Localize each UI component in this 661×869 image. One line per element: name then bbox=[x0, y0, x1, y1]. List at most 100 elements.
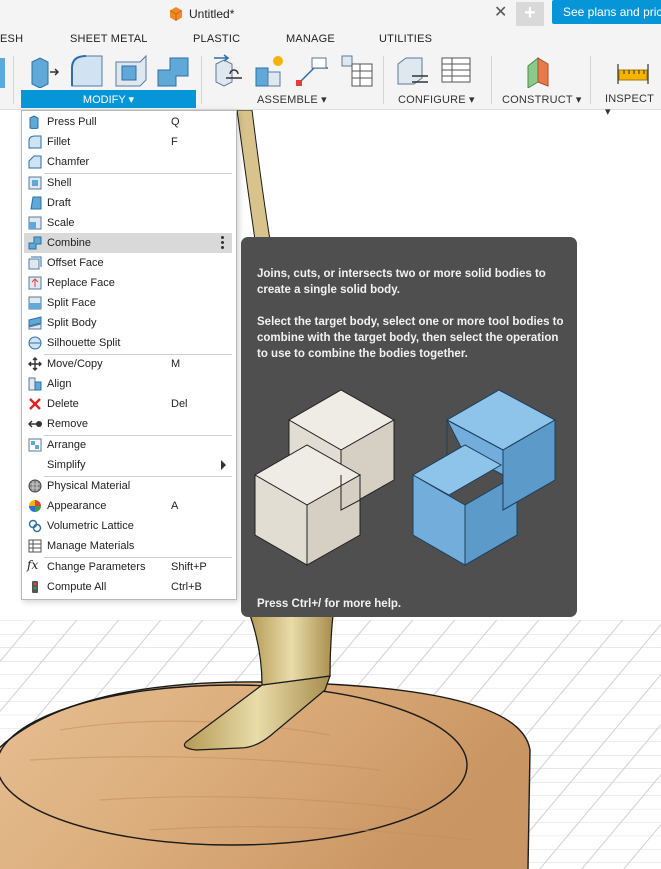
close-icon[interactable]: ✕ bbox=[494, 5, 507, 21]
combine-tool-icon[interactable] bbox=[156, 54, 190, 88]
menu-item-label: Chamfer bbox=[47, 156, 90, 168]
menu-item-label: Silhouette Split bbox=[47, 337, 121, 349]
tab-plastic[interactable]: PLASTIC bbox=[193, 33, 240, 45]
menu-item-replace-face[interactable]: Replace Face bbox=[24, 273, 232, 293]
menu-item-label: Shell bbox=[47, 177, 72, 189]
assemble-group-label[interactable]: ASSEMBLE ▾ bbox=[257, 93, 327, 106]
document-title[interactable]: Untitled* bbox=[189, 7, 234, 21]
press-pull-tool-icon[interactable] bbox=[28, 54, 62, 88]
draft-icon bbox=[30, 196, 42, 210]
delete-icon bbox=[29, 398, 41, 410]
menu-item-label: Press Pull bbox=[47, 116, 97, 128]
shell-icon bbox=[28, 176, 42, 190]
tab-sheet-metal[interactable]: SHEET METAL bbox=[70, 33, 148, 45]
menu-item-label: Draft bbox=[47, 197, 71, 209]
configuration-table-icon[interactable] bbox=[440, 54, 474, 88]
menu-item-shortcut: A bbox=[171, 500, 179, 512]
see-plans-button[interactable]: See plans and pricing bbox=[552, 0, 661, 24]
menu-item-silhouette-split[interactable]: Silhouette Split bbox=[24, 333, 232, 353]
menu-item-draft[interactable]: Draft bbox=[24, 193, 232, 213]
menu-item-label: Simplify bbox=[47, 459, 86, 471]
modify-dropdown-menu: Press Pull Q Fillet F Chamfer Shell Draf… bbox=[21, 110, 237, 600]
menu-item-chamfer[interactable]: Chamfer bbox=[24, 152, 232, 172]
menu-item-label: Move/Copy bbox=[47, 358, 103, 370]
menu-item-label: Physical Material bbox=[47, 480, 131, 492]
menu-item-volumetric-lattice[interactable]: Volumetric Lattice bbox=[24, 516, 232, 536]
menu-item-shortcut: Shift+P bbox=[171, 561, 207, 573]
menu-item-align[interactable]: Align bbox=[24, 374, 232, 394]
menu-item-label: Combine bbox=[47, 237, 92, 249]
menu-item-remove[interactable]: Remove bbox=[24, 414, 232, 434]
configure-group-label[interactable]: CONFIGURE ▾ bbox=[398, 93, 475, 106]
menu-item-label: Align bbox=[47, 378, 72, 390]
menu-item-label: Offset Face bbox=[47, 257, 104, 269]
menu-item-label: Arrange bbox=[47, 439, 87, 451]
split-face-icon bbox=[28, 296, 42, 310]
tab-manage[interactable]: MANAGE bbox=[286, 33, 335, 45]
partial-tool-icon[interactable] bbox=[0, 58, 5, 88]
press-pull-icon bbox=[29, 115, 39, 129]
combine-icon bbox=[28, 236, 42, 250]
menu-item-label: Fillet bbox=[47, 136, 71, 148]
combined-body-illustration bbox=[411, 389, 557, 566]
replace-face-icon bbox=[28, 276, 42, 290]
separate-bodies-illustration bbox=[253, 389, 396, 566]
as-built-joint-tool-icon[interactable] bbox=[296, 54, 330, 88]
menu-item-shell[interactable]: Shell bbox=[24, 173, 232, 193]
toolbar: MODIFY ▾ ASSEMBLE ▾ CONFIGURE ▾ CONSTRUC… bbox=[0, 50, 661, 118]
new-component-tool-icon[interactable] bbox=[212, 54, 246, 88]
menu-item-split-face[interactable]: Split Face bbox=[24, 293, 232, 313]
move-icon bbox=[28, 357, 42, 371]
menu-item-compute-all[interactable]: Compute All Ctrl+B bbox=[24, 577, 232, 597]
tab-utilities[interactable]: UTILITIES bbox=[379, 33, 432, 45]
configure-tool-icon[interactable] bbox=[396, 54, 430, 88]
submenu-arrow-icon bbox=[221, 460, 226, 470]
menu-item-arrange[interactable]: Arrange bbox=[24, 435, 232, 455]
more-options-icon[interactable] bbox=[221, 236, 225, 250]
menu-item-fillet[interactable]: Fillet F bbox=[24, 132, 232, 152]
menu-item-physical-material[interactable]: Physical Material bbox=[24, 476, 232, 496]
menu-item-press-pull[interactable]: Press Pull Q bbox=[24, 112, 232, 132]
physical-material-icon bbox=[28, 479, 42, 493]
menu-item-delete[interactable]: Delete Del bbox=[24, 394, 232, 414]
menu-item-move-copy[interactable]: Move/Copy M bbox=[24, 354, 232, 374]
menu-item-manage-materials[interactable]: Manage Materials bbox=[24, 536, 232, 556]
menu-item-shortcut: M bbox=[171, 358, 181, 370]
new-tab-button[interactable]: + bbox=[516, 2, 544, 26]
tooltip-instructions: Select the target body, select one or mo… bbox=[257, 316, 564, 360]
offset-face-icon bbox=[28, 256, 42, 270]
menu-item-label: Delete bbox=[47, 398, 79, 410]
menu-item-scale[interactable]: Scale bbox=[24, 213, 232, 233]
menu-item-combine[interactable]: Combine bbox=[24, 233, 232, 253]
menu-item-label: Remove bbox=[47, 418, 88, 430]
menu-item-simplify[interactable]: Simplify bbox=[24, 455, 232, 475]
shell-tool-icon[interactable] bbox=[114, 54, 148, 88]
menu-item-shortcut: Q bbox=[171, 116, 180, 128]
combine-tooltip: Joins, cuts, or intersects two or more s… bbox=[241, 237, 577, 617]
split-body-icon bbox=[28, 316, 42, 330]
align-icon bbox=[28, 377, 42, 391]
menu-item-label: Volumetric Lattice bbox=[47, 520, 134, 532]
inspect-group-label[interactable]: INSPECT ▾ bbox=[605, 93, 661, 118]
scale-icon bbox=[28, 216, 42, 230]
menu-item-label: Scale bbox=[47, 217, 75, 229]
fillet-tool-icon[interactable] bbox=[70, 54, 104, 88]
function-fx-icon: fx bbox=[27, 558, 39, 572]
tab-mesh[interactable]: ESH bbox=[0, 33, 23, 45]
menu-item-change-parameters[interactable]: fx Change Parameters Shift+P bbox=[24, 557, 232, 577]
remove-icon bbox=[28, 420, 42, 428]
menu-item-appearance[interactable]: Appearance A bbox=[24, 496, 232, 516]
menu-item-split-body[interactable]: Split Body bbox=[24, 313, 232, 333]
document-cube-icon bbox=[169, 7, 183, 21]
menu-item-offset-face[interactable]: Offset Face bbox=[24, 253, 232, 273]
tooltip-help-hint: Press Ctrl+/ for more help. bbox=[257, 598, 402, 610]
appearance-icon bbox=[29, 500, 41, 512]
modify-menu-button[interactable]: MODIFY ▾ bbox=[21, 90, 196, 108]
construct-group-label[interactable]: CONSTRUCT ▾ bbox=[502, 93, 582, 106]
measure-ruler-icon[interactable] bbox=[616, 54, 650, 88]
construct-plane-icon[interactable] bbox=[524, 54, 558, 88]
bill-of-materials-icon[interactable] bbox=[340, 54, 374, 88]
volumetric-lattice-icon bbox=[28, 519, 42, 533]
joint-tool-icon[interactable] bbox=[254, 54, 288, 88]
menu-item-label: Split Body bbox=[47, 317, 97, 329]
